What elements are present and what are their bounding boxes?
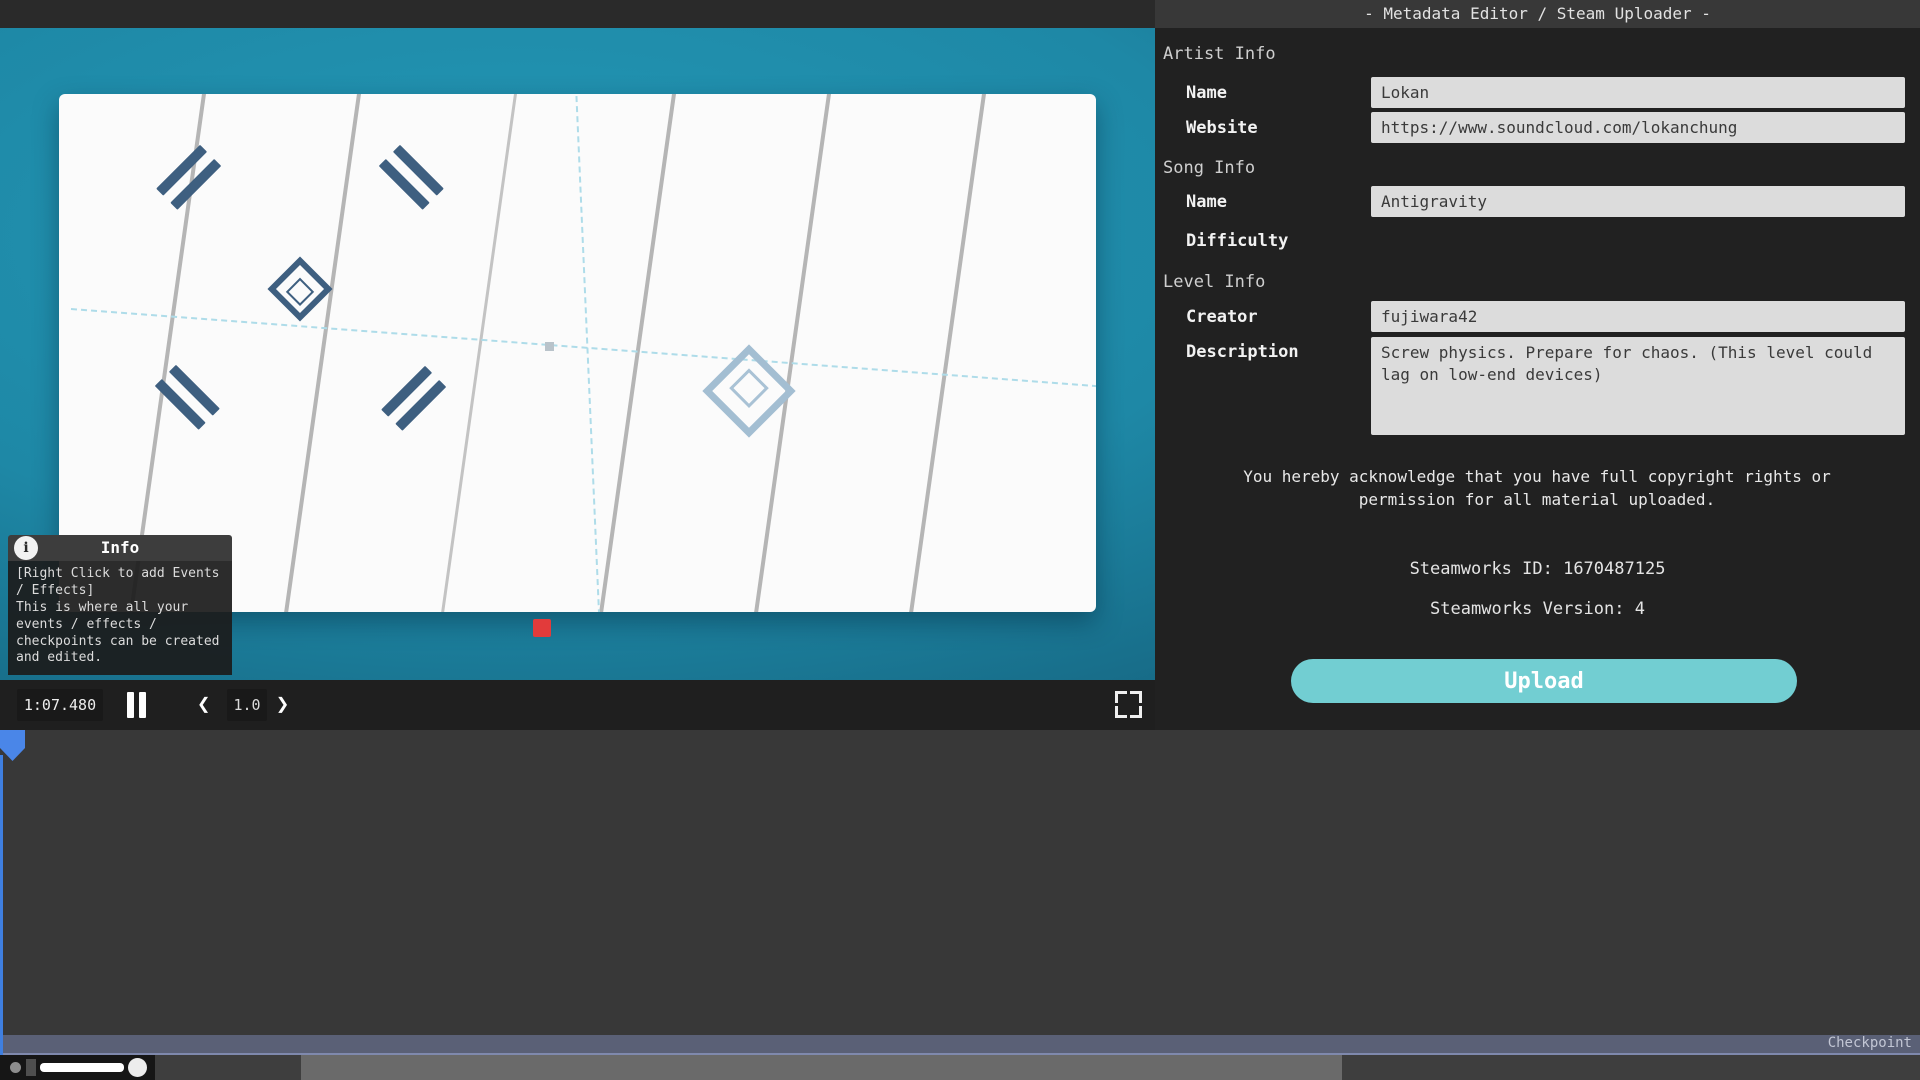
artist-name-label: Name <box>1186 83 1227 103</box>
creator-input[interactable] <box>1371 301 1905 332</box>
zoom-slider-track[interactable] <box>40 1063 124 1072</box>
copyright-notice: You hereby acknowledge that you have ful… <box>1217 465 1857 511</box>
playhead-line <box>0 755 3 1055</box>
checkpoint-row[interactable] <box>0 1035 1920 1055</box>
pause-button[interactable] <box>124 689 150 721</box>
timeline[interactable]: Checkpoint <box>0 730 1920 1080</box>
info-tooltip-line: This is where all your events / effects … <box>16 600 224 668</box>
panel-body: Artist Info Name Website Song Info Name … <box>1155 28 1920 730</box>
artist-info-header: Artist Info <box>1163 44 1276 64</box>
track-line <box>897 94 993 612</box>
description-label: Description <box>1186 342 1299 362</box>
zoom-out-dot[interactable] <box>10 1062 21 1073</box>
metadata-panel: - Metadata Editor / Steam Uploader - Art… <box>1155 0 1920 730</box>
artist-website-input[interactable] <box>1371 112 1905 143</box>
speed-decrease-button[interactable]: ❮ <box>197 689 210 721</box>
zoom-handle[interactable] <box>26 1059 36 1076</box>
description-textarea[interactable]: Screw physics. Prepare for chaos. (This … <box>1371 337 1905 435</box>
checkpoint-row-label: Checkpoint <box>1828 1033 1912 1053</box>
zoom-control <box>0 1055 155 1080</box>
guide-crossing-square <box>545 342 554 351</box>
song-name-label: Name <box>1186 192 1227 212</box>
track-line <box>272 94 368 612</box>
creator-label: Creator <box>1186 307 1258 327</box>
info-tooltip-title: Info <box>8 535 232 561</box>
player-square[interactable] <box>533 619 551 637</box>
double-slash-object[interactable] <box>143 133 234 224</box>
steamworks-id: Steamworks ID: 1670487125 <box>1155 559 1920 579</box>
playback-speed-display: 1.0 <box>227 689 267 721</box>
song-info-header: Song Info <box>1163 158 1255 178</box>
info-tooltip-body: [Right Click to add Events / Effects] Th… <box>8 561 232 675</box>
time-display: 1:07.480 <box>17 689 103 721</box>
artist-name-input[interactable] <box>1371 77 1905 108</box>
timeline-scrollbar <box>0 1055 1920 1080</box>
timeline-marker-bar[interactable] <box>0 730 1920 755</box>
double-slash-object[interactable] <box>368 354 459 445</box>
double-slash-object[interactable] <box>367 133 458 224</box>
steamworks-version: Steamworks Version: 4 <box>1155 599 1920 619</box>
diamond-object-small[interactable] <box>267 256 332 321</box>
guide-line-vertical <box>575 94 601 612</box>
panel-title: - Metadata Editor / Steam Uploader - <box>1155 0 1920 28</box>
info-tooltip-line: [Right Click to add Events / Effects] <box>16 566 224 600</box>
scrollbar-thumb[interactable] <box>301 1055 1342 1080</box>
upload-button[interactable]: Upload <box>1291 659 1797 703</box>
level-info-header: Level Info <box>1163 272 1265 292</box>
artist-website-label: Website <box>1186 118 1258 138</box>
fullscreen-icon[interactable] <box>1115 691 1142 718</box>
speed-increase-button[interactable]: ❯ <box>276 689 289 721</box>
info-icon: i <box>14 536 38 560</box>
info-tooltip-header: i Info <box>8 535 232 561</box>
menu-bar <box>0 0 1155 28</box>
audio-waveform <box>0 755 1920 1035</box>
info-tooltip: i Info [Right Click to add Events / Effe… <box>8 535 232 675</box>
difficulty-label: Difficulty <box>1186 231 1288 251</box>
event-check-button[interactable] <box>553 689 673 721</box>
song-name-input[interactable] <box>1371 186 1905 217</box>
zoom-slider-knob[interactable] <box>128 1058 147 1077</box>
editor-toolbar: 1:07.480 ❮ 1.0 ❯ <box>0 680 1155 730</box>
game-canvas[interactable]: i Info [Right Click to add Events / Effe… <box>0 28 1155 680</box>
